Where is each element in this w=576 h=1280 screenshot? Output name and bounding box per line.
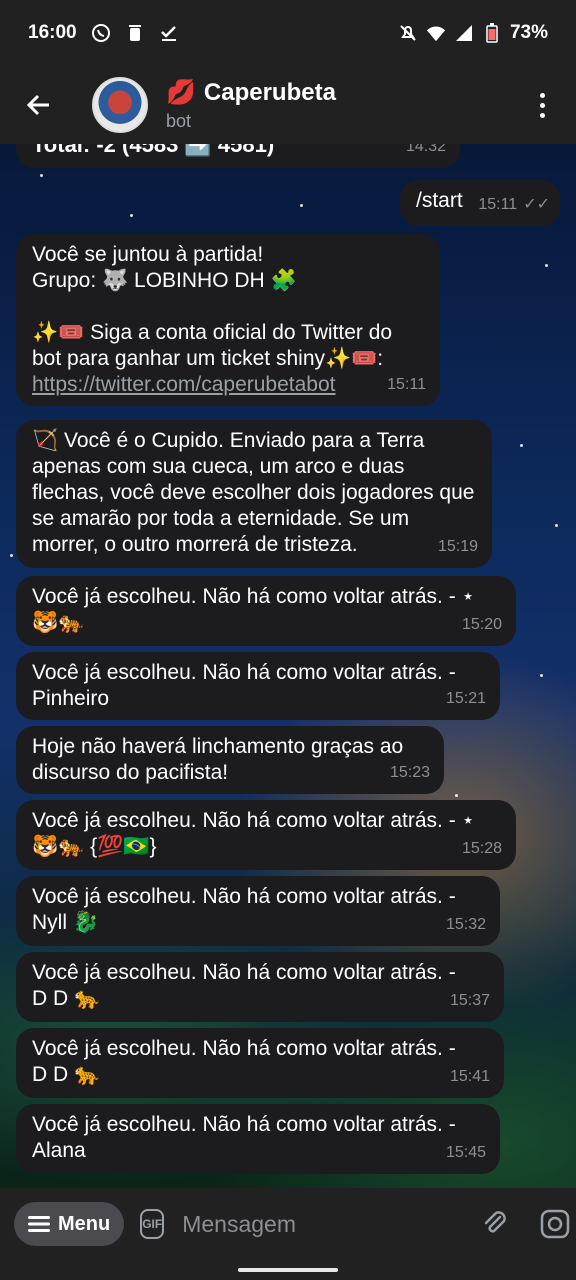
message-bubble[interactable]: Você já escolheu. Não há como voltar atr… [16, 1028, 504, 1098]
message-text: Você já escolheu. Não há como voltar atr… [32, 585, 475, 634]
menu-label: Menu [58, 1212, 111, 1235]
message-bubble[interactable]: Você já escolheu. Não há como voltar atr… [16, 652, 500, 720]
back-button[interactable] [20, 86, 58, 124]
message-bubble[interactable]: Você já escolheu. Não há como voltar atr… [16, 800, 516, 870]
chat-title-text: Caperubeta [203, 78, 336, 106]
paperclip-icon [484, 1211, 506, 1233]
checklist-icon [159, 23, 179, 43]
message-bubble-outgoing[interactable]: /start 15:11 ✓✓ [400, 180, 560, 226]
battery-icon [482, 23, 502, 43]
hamburger-icon [28, 1216, 50, 1232]
message-text: Você se juntou à partida! Grupo: 🐺 LOBIN… [32, 243, 393, 370]
message-time: 15:19 [437, 538, 478, 555]
message-input-bar: Menu GIF [0, 1188, 576, 1260]
chat-title: 💋 Caperubeta [166, 78, 336, 107]
message-time: 15:37 [449, 992, 490, 1009]
message-text: Você já escolheu. Não há como voltar atr… [32, 885, 456, 934]
twitter-link[interactable]: https://twitter.com/caperubetabot [32, 372, 424, 398]
message-time: 15:20 [461, 616, 502, 633]
message-bubble[interactable]: Você já escolheu. Não há como voltar atr… [16, 952, 504, 1022]
message-input[interactable] [180, 1209, 481, 1239]
more-options-button[interactable] [530, 85, 554, 125]
message-time: 15:11 [387, 376, 426, 393]
message-bubble[interactable]: Você já escolheu. Não há como voltar atr… [16, 876, 500, 946]
message-time: 15:11 ✓✓ [478, 196, 550, 213]
attach-button[interactable] [480, 1207, 510, 1241]
status-bar: 16:00 73% [0, 0, 576, 66]
message-time: 15:21 [445, 690, 486, 707]
chat-header: 💋 Caperubeta bot [0, 66, 576, 144]
chat-area[interactable]: Total: -2 (4583 ➡️ 4581) 14:32 /start 15… [0, 144, 576, 1188]
avatar[interactable] [92, 77, 148, 133]
message-time: 14:32 [405, 144, 446, 155]
clock: 16:00 [28, 22, 77, 43]
message-text: Você já escolheu. Não há como voltar atr… [32, 1113, 456, 1162]
camera-icon [540, 1209, 570, 1239]
trash-notification-icon [125, 23, 145, 43]
message-text: Você já escolheu. Não há como voltar atr… [32, 1037, 456, 1086]
signal-icon [454, 23, 474, 43]
system-nav-bar [0, 1260, 576, 1280]
message-bubble[interactable]: Total: -2 (4583 ➡️ 4581) 14:32 [16, 144, 460, 168]
message-time: 15:45 [445, 1144, 486, 1161]
gif-button[interactable]: GIF [140, 1209, 165, 1239]
battery-percent: 73% [509, 22, 548, 43]
chat-title-block[interactable]: 💋 Caperubeta bot [166, 78, 336, 132]
message-bubble[interactable]: Você já escolheu. Não há como voltar atr… [16, 1104, 500, 1174]
message-bubble[interactable]: Você se juntou à partida! Grupo: 🐺 LOBIN… [16, 234, 440, 406]
message-text: 🏹 Você é o Cupido. Enviado para a Terra … [32, 429, 475, 556]
arrow-left-icon [26, 94, 49, 116]
message-text: Total: -2 (4583 ➡️ 4581) [32, 144, 275, 157]
chat-subtitle: bot [166, 111, 192, 131]
message-bubble[interactable]: 🏹 Você é o Cupido. Enviado para a Terra … [16, 420, 492, 568]
bot-menu-button[interactable]: Menu [14, 1202, 125, 1246]
camera-button[interactable] [540, 1207, 570, 1241]
message-time: 15:23 [389, 764, 430, 781]
message-bubble[interactable]: Você já escolheu. Não há como voltar atr… [16, 576, 516, 646]
double-check-icon: ✓✓ [523, 196, 550, 213]
message-time: 15:28 [461, 840, 502, 857]
mute-icon [398, 23, 418, 43]
wifi-icon [426, 23, 446, 43]
message-time: 15:32 [445, 916, 486, 933]
message-text: Você já escolheu. Não há como voltar atr… [32, 809, 475, 858]
whatsapp-icon [91, 23, 111, 43]
message-bubble[interactable]: Hoje não haverá linchamento graças ao di… [16, 726, 444, 794]
message-text: Hoje não haverá linchamento graças ao di… [32, 735, 404, 784]
message-text: Você já escolheu. Não há como voltar atr… [32, 661, 456, 710]
home-gesture-handle[interactable] [238, 1268, 338, 1272]
message-time: 15:41 [449, 1068, 490, 1085]
message-text: Você já escolheu. Não há como voltar atr… [32, 961, 456, 1010]
lips-emoji: 💋 [166, 79, 196, 106]
